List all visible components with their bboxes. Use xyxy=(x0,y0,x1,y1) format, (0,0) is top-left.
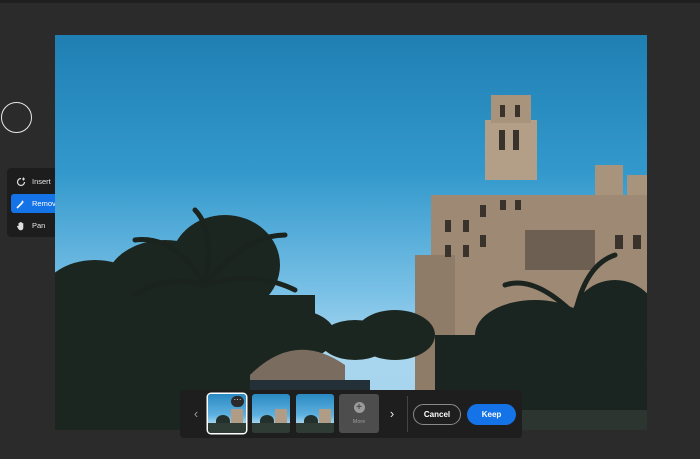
remove-icon xyxy=(16,199,26,209)
insert-tool-label: Insert xyxy=(32,177,51,186)
insert-icon xyxy=(16,177,26,187)
more-label: More xyxy=(352,419,366,425)
divider xyxy=(407,396,408,432)
thumb-trees xyxy=(208,423,246,433)
cancel-button[interactable]: Cancel xyxy=(413,404,461,425)
variation-filmstrip: ‹ ··· + More › Cancel Keep xyxy=(180,390,522,438)
pan-tool-label: Pan xyxy=(32,221,46,230)
next-variations-button[interactable]: › xyxy=(385,404,399,424)
variation-thumbnail-1[interactable]: ··· xyxy=(208,394,246,433)
more-variations-button[interactable]: + More xyxy=(339,394,379,433)
thumb-trees xyxy=(252,423,290,433)
more-options-icon[interactable]: ··· xyxy=(231,396,244,407)
variation-thumbnail-3[interactable] xyxy=(296,394,334,433)
previous-variations-button[interactable]: ‹ xyxy=(189,404,203,424)
plus-icon: + xyxy=(353,402,365,413)
brush-cursor xyxy=(1,102,32,133)
variation-thumbnail-2[interactable] xyxy=(252,394,290,433)
keep-button[interactable]: Keep xyxy=(467,404,516,425)
photo-canvas[interactable] xyxy=(55,35,647,430)
photo-scene xyxy=(55,95,647,430)
thumb-trees xyxy=(296,423,334,433)
hand-icon xyxy=(16,221,26,231)
top-border xyxy=(0,0,700,3)
